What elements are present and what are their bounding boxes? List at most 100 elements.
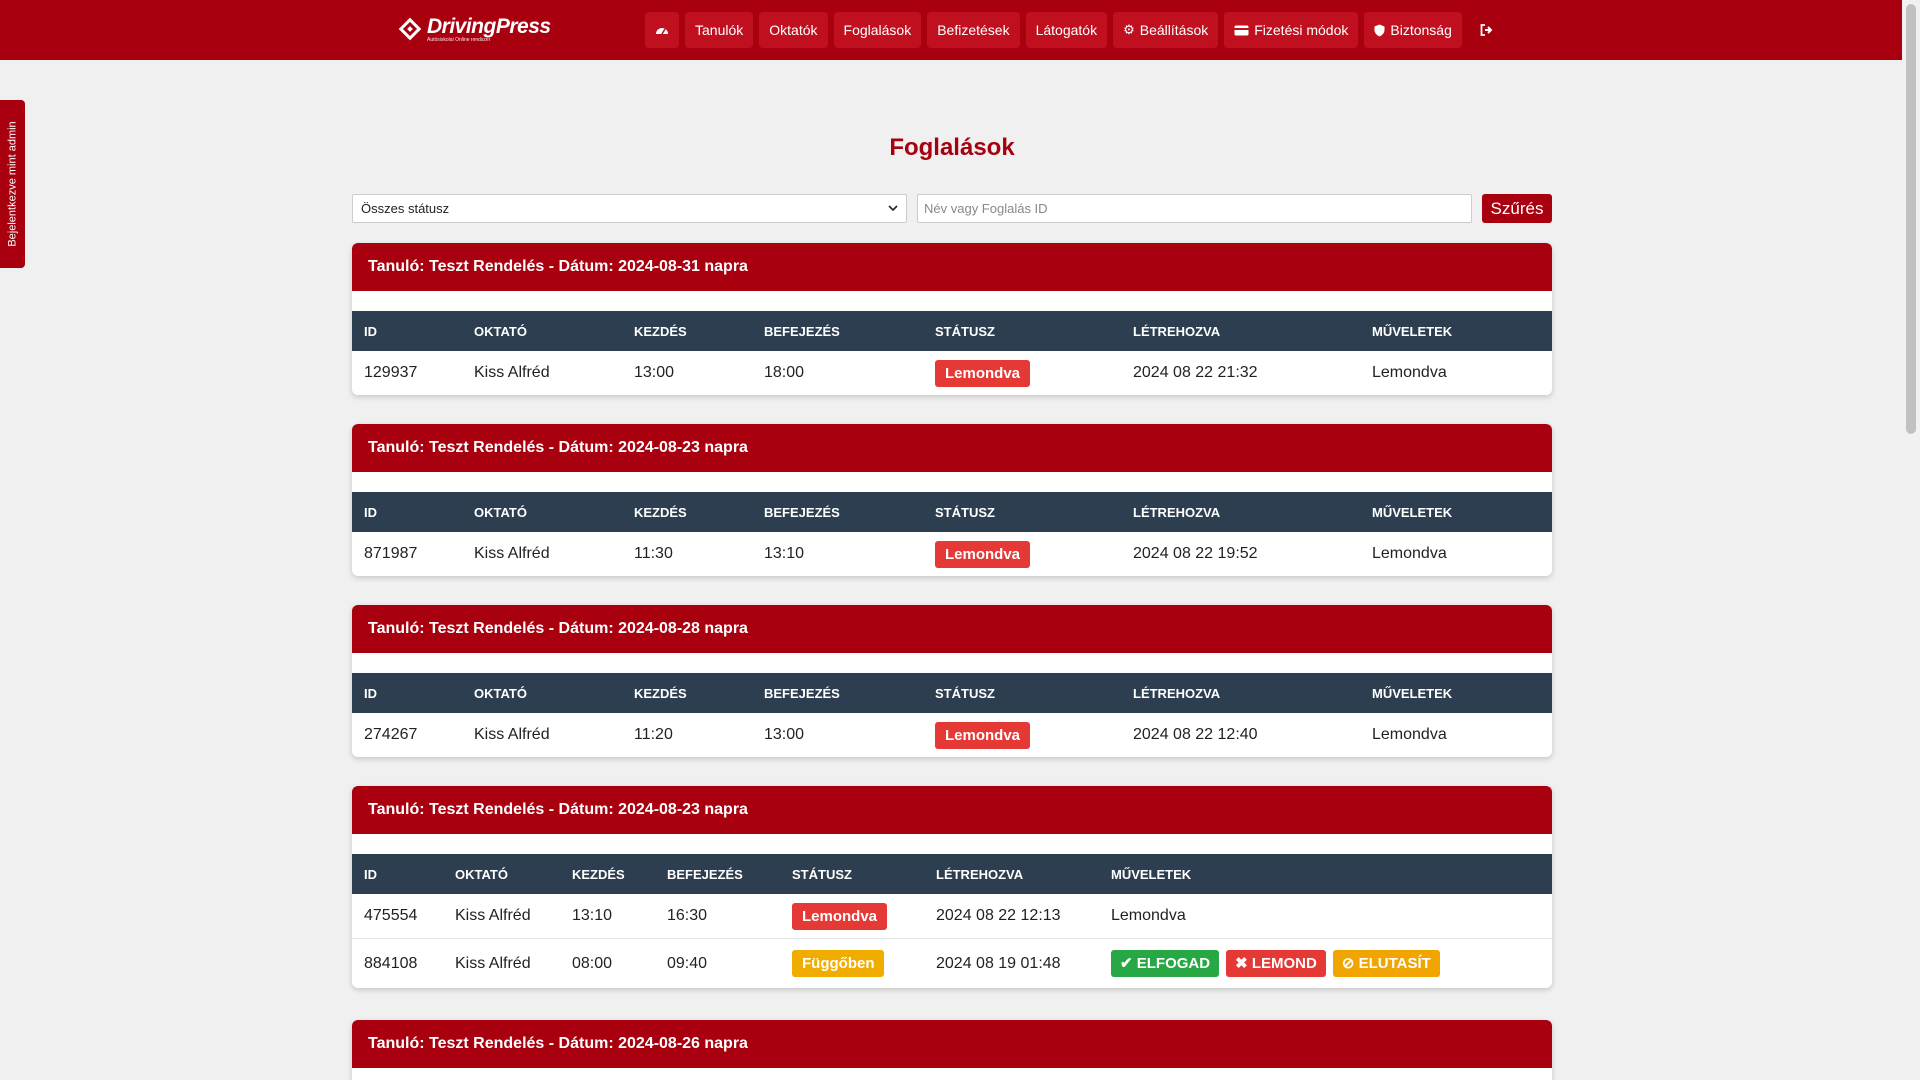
- status-badge: Lemondva: [935, 540, 1031, 568]
- cell-action-text: Lemondva: [1111, 907, 1186, 924]
- table-header-row: ID OKTATÓ KEZDÉS BEFEJEZÉS STÁTUSZ LÉTRE…: [352, 673, 1552, 713]
- table-header-row: ID OKTATÓ KEZDÉS BEFEJEZÉS STÁTUSZ LÉTRE…: [352, 311, 1552, 351]
- nav-tanulok[interactable]: Tanulók: [685, 12, 754, 48]
- top-navbar: DrivingPress Autósiskolai Online rendsze…: [0, 0, 1902, 60]
- status-select[interactable]: Összes státusz: [352, 194, 907, 223]
- col-kezdes: KEZDÉS: [634, 323, 687, 339]
- accept-button[interactable]: ✔ ELFOGAD: [1111, 950, 1220, 977]
- cell-id: 884108: [352, 938, 443, 988]
- status-badge: Lemondva: [935, 359, 1031, 387]
- shield-icon: [1374, 24, 1385, 36]
- cell-created: 2024 08 22 21:32: [1133, 364, 1258, 381]
- col-statusz: STÁTUSZ: [935, 685, 995, 701]
- col-letrehozva: LÉTREHOZVA: [1133, 504, 1221, 520]
- col-id: ID: [364, 504, 377, 520]
- cell-start: 11:20: [634, 726, 673, 743]
- status-badge: Függőben: [792, 950, 885, 977]
- table-row: 475554 Kiss Alfréd 13:10 16:30 Lemondva …: [352, 894, 1552, 939]
- reject-button[interactable]: ⊘ ELUTASÍT: [1332, 950, 1440, 977]
- col-kezdes: KEZDÉS: [634, 504, 687, 520]
- col-id: ID: [364, 323, 377, 339]
- status-select-value: Összes státusz: [361, 201, 450, 216]
- col-oktato: OKTATÓ: [474, 504, 527, 520]
- nav-beallitasok[interactable]: ⚙ Beállítások: [1113, 12, 1219, 48]
- nav-fizetesi-modok[interactable]: Fizetési módok: [1224, 12, 1359, 48]
- booking-card: Tanuló: Teszt Rendelés - Dátum: 2024-08-…: [352, 605, 1552, 757]
- col-statusz: STÁTUSZ: [935, 504, 995, 520]
- card-title: Tanuló: Teszt Rendelés - Dátum: 2024-08-…: [352, 786, 1552, 834]
- check-icon: ✔: [1120, 955, 1133, 972]
- col-muveletek: MŰVELETEK: [1111, 866, 1192, 882]
- cell-end: 16:30: [667, 907, 708, 924]
- cell-end: 13:10: [764, 545, 805, 562]
- credit-card-icon: [1234, 25, 1249, 35]
- col-befejezes: BEFEJEZÉS: [667, 866, 743, 882]
- cancel-booking-button[interactable]: ✖ LEMOND: [1226, 950, 1326, 977]
- gear-icon: ⚙: [1123, 22, 1135, 37]
- col-befejezes: BEFEJEZÉS: [764, 504, 840, 520]
- col-muveletek: MŰVELETEK: [1372, 323, 1453, 339]
- brand-logo[interactable]: DrivingPress Autósiskolai Online rendsze…: [398, 14, 551, 44]
- card-title: Tanuló: Teszt Rendelés - Dátum: 2024-08-…: [352, 605, 1552, 653]
- table-row: 871987 Kiss Alfréd 11:30 13:10 Lemondva …: [352, 532, 1552, 576]
- page-title: Foglalások: [889, 134, 1015, 161]
- cell-action-text: Lemondva: [1372, 364, 1447, 381]
- page-scrollbar[interactable]: [1902, 0, 1920, 1080]
- filter-button[interactable]: Szűrés: [1482, 194, 1552, 223]
- cell-action-text: Lemondva: [1372, 726, 1447, 743]
- nav-oktatok[interactable]: Oktatók: [759, 12, 828, 48]
- accept-label: ELFOGAD: [1136, 955, 1211, 972]
- col-muveletek: MŰVELETEK: [1372, 504, 1453, 520]
- col-kezdes: KEZDÉS: [572, 866, 625, 882]
- col-letrehozva: LÉTREHOZVA: [1133, 323, 1221, 339]
- nav-dashboard[interactable]: [645, 12, 679, 48]
- col-kezdes: KEZDÉS: [634, 685, 687, 701]
- search-input[interactable]: [917, 194, 1472, 223]
- cell-id: 129937: [364, 364, 418, 381]
- cell-end: 09:40: [655, 938, 780, 988]
- cell-created: 2024 08 22 12:40: [1133, 726, 1258, 743]
- main-nav: Tanulók Oktatók Foglalások Befizetések L…: [645, 12, 1506, 48]
- card-title: Tanuló: Teszt Rendelés - Dátum: 2024-08-…: [352, 424, 1552, 472]
- reject-label: ELUTASÍT: [1358, 955, 1431, 972]
- table-row: 274267 Kiss Alfréd 11:20 13:00 Lemondva …: [352, 713, 1552, 757]
- cell-start: 13:10: [572, 907, 613, 924]
- table-header-row: ID OKTATÓ KEZDÉS BEFEJEZÉS STÁTUSZ LÉTRE…: [352, 492, 1552, 532]
- brand-tagline: Autósiskolai Online rendszer: [427, 36, 491, 43]
- cell-id: 274267: [364, 726, 418, 743]
- booking-card: Tanuló: Teszt Rendelés - Dátum: 2024-08-…: [352, 1020, 1552, 1080]
- cancel-label: LEMOND: [1251, 955, 1317, 972]
- chevron-down-icon: [888, 205, 898, 212]
- booking-card: Tanuló: Teszt Rendelés - Dátum: 2024-08-…: [352, 424, 1552, 576]
- nav-foglalasok[interactable]: Foglalások: [833, 12, 922, 48]
- cell-start: 13:00: [634, 364, 675, 381]
- side-tab-label: Bejelentkezve mint admin: [6, 121, 19, 247]
- cell-start: 11:30: [634, 545, 673, 562]
- col-statusz: STÁTUSZ: [792, 866, 852, 882]
- nav-biztonsag[interactable]: Biztonság: [1364, 12, 1462, 48]
- close-icon: ✖: [1235, 955, 1248, 972]
- col-oktato: OKTATÓ: [455, 866, 508, 882]
- cell-created: 2024 08 22 19:52: [1133, 545, 1258, 562]
- brand-name: DrivingPress: [427, 14, 551, 38]
- cell-instructor: Kiss Alfréd: [455, 907, 531, 924]
- ban-icon: ⊘: [1341, 955, 1355, 972]
- booking-table: ID OKTATÓ KEZDÉS BEFEJEZÉS STÁTUSZ LÉTRE…: [352, 854, 1552, 988]
- filter-bar: Összes státusz Szűrés: [352, 194, 1552, 223]
- cell-instructor: Kiss Alfréd: [443, 938, 560, 988]
- card-title: Tanuló: Teszt Rendelés - Dátum: 2024-08-…: [352, 1020, 1552, 1068]
- booking-table: ID OKTATÓ KEZDÉS BEFEJEZÉS STÁTUSZ LÉTRE…: [352, 492, 1552, 576]
- cell-end: 13:00: [764, 726, 805, 743]
- logged-in-as-admin-tab[interactable]: Bejelentkezve mint admin: [0, 100, 25, 268]
- col-letrehozva: LÉTREHOZVA: [1133, 685, 1221, 701]
- col-befejezes: BEFEJEZÉS: [764, 323, 840, 339]
- nav-befizetesek[interactable]: Befizetések: [927, 12, 1020, 48]
- logout-button[interactable]: [1468, 12, 1506, 48]
- col-oktato: OKTATÓ: [474, 323, 527, 339]
- booking-card: Tanuló: Teszt Rendelés - Dátum: 2024-08-…: [352, 786, 1552, 988]
- nav-latogatok[interactable]: Látogatók: [1025, 12, 1108, 48]
- status-badge: Lemondva: [792, 902, 888, 930]
- cell-created: 2024 08 19 01:48: [924, 938, 1099, 988]
- col-id: ID: [364, 866, 377, 882]
- scrollbar-thumb[interactable]: [1906, 4, 1916, 434]
